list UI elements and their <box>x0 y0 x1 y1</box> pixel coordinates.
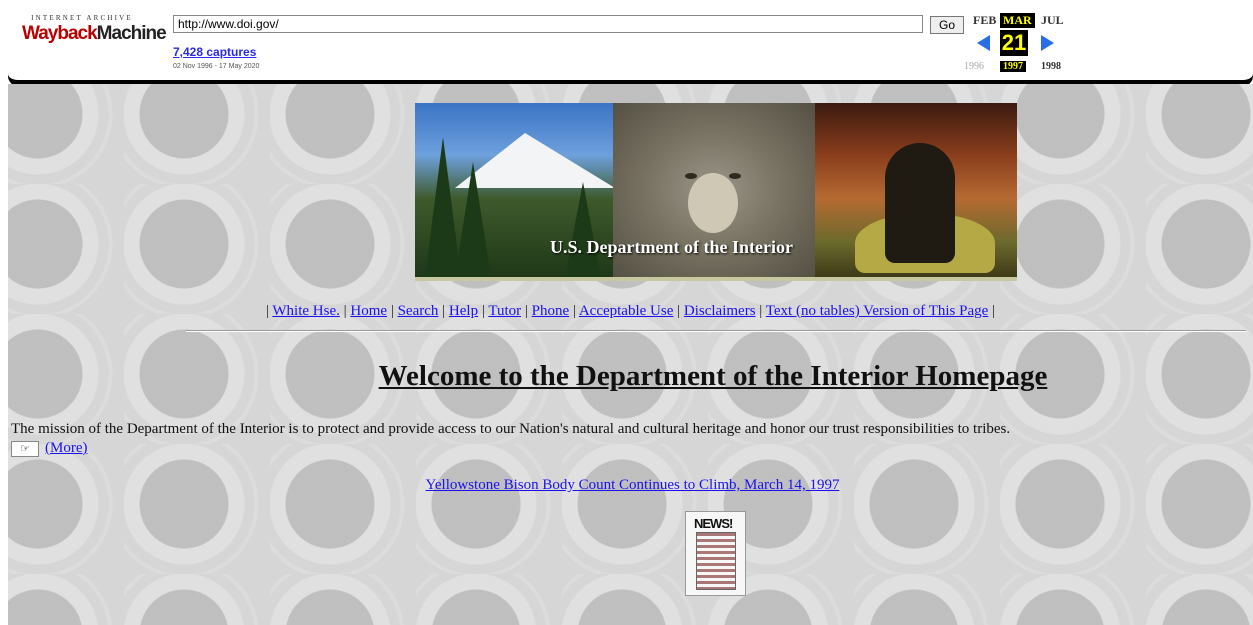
news-icon[interactable]: NEWS! <box>685 511 746 596</box>
nav-link-home[interactable]: Home <box>350 303 387 319</box>
more-link[interactable]: (More) <box>45 440 87 456</box>
news-icon-label: NEWS! <box>694 516 733 531</box>
capture-day: 21 <box>1000 30 1028 56</box>
nav-separator: | <box>438 303 449 319</box>
more-row: ☞ (More) <box>11 440 87 457</box>
news-headline-row: Yellowstone Bison Body Count Continues t… <box>8 477 1253 494</box>
nav-separator: | <box>478 303 489 319</box>
divider <box>186 330 1246 332</box>
prev-capture-arrow-icon[interactable] <box>977 35 990 51</box>
logo-wayback-word: Wayback <box>22 23 98 44</box>
go-button[interactable]: Go <box>930 16 964 34</box>
capture-sparkline[interactable] <box>304 46 964 76</box>
nav-links: | White Hse. | Home | Search | Help | Tu… <box>8 303 1253 320</box>
capture-date-range: 02 Nov 1996 - 17 May 2020 <box>173 63 260 70</box>
page-title: Welcome to the Department of the Interio… <box>378 360 1048 392</box>
nav-separator: | <box>521 303 532 319</box>
nav-link-white-hse[interactable]: White Hse. <box>272 303 339 319</box>
native-woman-painting-panel <box>815 103 1017 277</box>
newspaper-graphic <box>696 532 736 590</box>
month-next[interactable]: JUL <box>1041 13 1064 28</box>
wayback-logo[interactable]: INTERNET ARCHIVE WaybackMachine <box>22 14 167 66</box>
mission-statement: The mission of the Department of the Int… <box>11 421 1011 437</box>
nav-separator: | <box>339 303 351 319</box>
nav-link-text-no-tables-version-of-this-page[interactable]: Text (no tables) Version of This Page <box>766 303 989 319</box>
logo-wayback-machine-text: WaybackMachine <box>22 23 167 44</box>
month-prev[interactable]: FEB <box>973 13 996 28</box>
nav-link-disclaimers[interactable]: Disclaimers <box>684 303 756 319</box>
year-current: 1997 <box>1000 61 1026 72</box>
banner-caption: U.S. Department of the Interior <box>550 237 793 257</box>
nav-separator: | <box>988 303 996 319</box>
wayback-toolbar: INTERNET ARCHIVE WaybackMachine http://w… <box>8 0 1253 84</box>
nav-separator: | <box>755 303 766 319</box>
logo-internet-archive-text: INTERNET ARCHIVE <box>31 14 133 22</box>
nav-link-help[interactable]: Help <box>449 303 478 319</box>
news-headline-link[interactable]: Yellowstone Bison Body Count Continues t… <box>426 477 840 493</box>
nav-link-search[interactable]: Search <box>398 303 439 319</box>
month-current: MAR <box>1000 13 1035 28</box>
nav-link-tutor[interactable]: Tutor <box>488 303 521 319</box>
nav-separator: | <box>673 303 684 319</box>
nav-separator: | <box>387 303 398 319</box>
nav-link-acceptable-use[interactable]: Acceptable Use <box>579 303 674 319</box>
logo-machine-word: Machine <box>96 23 167 44</box>
nav-separator: | <box>569 303 579 319</box>
url-input[interactable]: http://www.doi.gov/ <box>173 15 923 33</box>
archived-page: U.S. Department of the Interior | White … <box>8 84 1253 625</box>
year-prev[interactable]: 1996 <box>964 61 984 72</box>
year-next[interactable]: 1998 <box>1041 61 1061 72</box>
next-capture-arrow-icon[interactable] <box>1041 35 1054 51</box>
nav-link-phone[interactable]: Phone <box>532 303 570 319</box>
doi-banner-image: U.S. Department of the Interior <box>415 103 1017 281</box>
captures-link[interactable]: 7,428 captures <box>173 45 256 59</box>
pointing-hand-icon: ☞ <box>11 440 39 457</box>
